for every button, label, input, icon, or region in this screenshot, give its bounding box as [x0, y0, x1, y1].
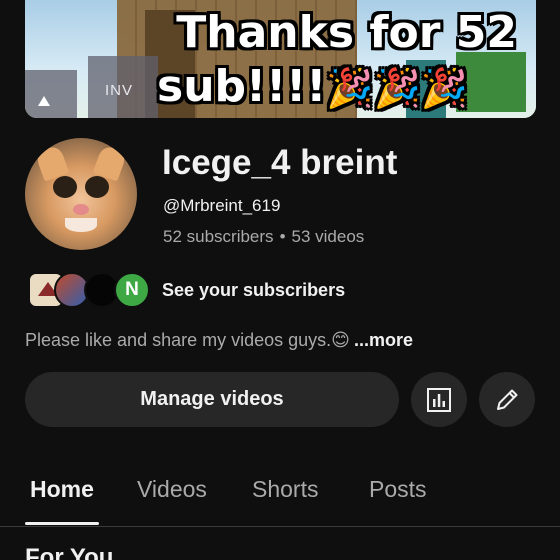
subscriber-avatar: N [114, 272, 150, 308]
banner-title-line2-text: sub!!!! [157, 61, 327, 112]
stats-separator: • [279, 227, 286, 246]
analytics-button[interactable] [411, 372, 467, 427]
video-count: 53 videos [291, 227, 365, 246]
subscriber-count: 52 subscribers [163, 227, 274, 246]
channel-handle: @Mrbreint_619 [163, 196, 281, 215]
tab-shorts[interactable]: Shorts [252, 476, 318, 503]
analytics-icon [427, 387, 451, 412]
banner-title: Thanks for 52 sub!!!!🎉🎉🎉 [157, 6, 517, 115]
manage-videos-button[interactable]: Manage videos [25, 372, 399, 427]
banner-jump-button [25, 70, 77, 118]
subscriber-avatars[interactable]: N [28, 272, 153, 308]
avatar-cat-eye-right [85, 176, 109, 198]
channel-tabs: Home Videos Shorts Posts [0, 462, 560, 526]
party-popper-icon: 🎉🎉🎉 [326, 66, 469, 110]
banner-title-line1: Thanks for 52 [176, 7, 517, 58]
edit-button[interactable] [479, 372, 535, 427]
more-link[interactable]: ...more [354, 330, 413, 350]
tab-videos[interactable]: Videos [137, 476, 207, 503]
channel-name: Icege_4 breint [162, 143, 398, 182]
channel-avatar[interactable] [25, 138, 137, 250]
section-title: For You [25, 544, 114, 560]
tab-posts[interactable]: Posts [369, 476, 427, 503]
channel-stats: 52 subscribers • 53 videos [163, 227, 364, 247]
banner-inv-label: INV [105, 82, 134, 99]
banner-title-line2: sub!!!!🎉🎉🎉 [157, 60, 517, 115]
see-subscribers-link[interactable]: See your subscribers [162, 280, 345, 301]
banner-up-arrow-icon [38, 96, 50, 106]
avatar-cat-nose [73, 204, 89, 215]
active-tab-indicator [25, 522, 99, 525]
tabs-divider [0, 526, 560, 527]
description-text: Please like and share my videos guys.😊 [25, 330, 350, 350]
avatar-cat-eye-left [53, 176, 77, 198]
channel-description[interactable]: Please like and share my videos guys.😊..… [25, 330, 413, 351]
avatar-cat-mouth [65, 218, 97, 232]
tab-home[interactable]: Home [30, 476, 94, 503]
pencil-icon [497, 389, 518, 410]
